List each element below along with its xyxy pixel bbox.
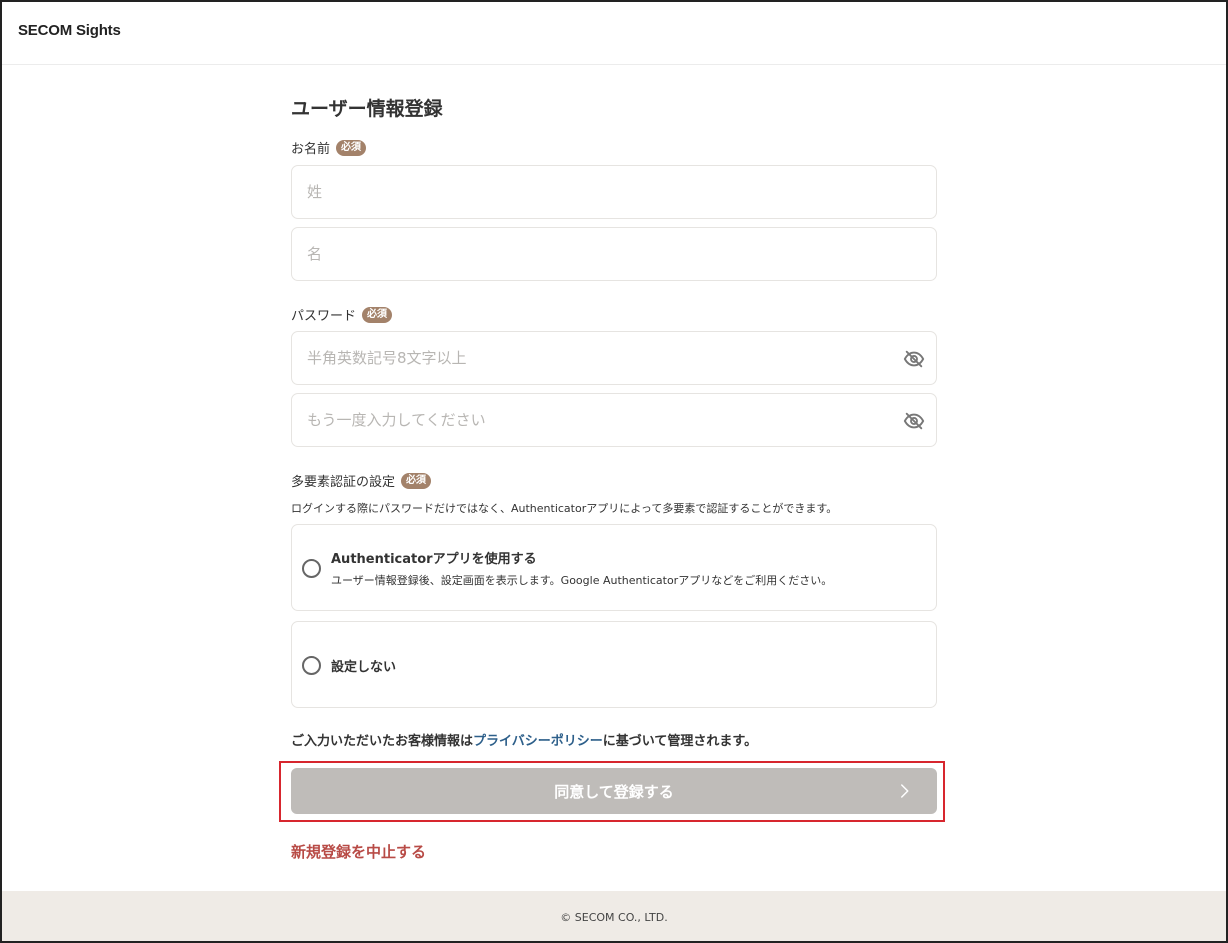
mfa-option-title: 設定しない bbox=[331, 660, 397, 675]
secom-sights-logo[interactable]: SECOM Sights bbox=[18, 22, 121, 39]
password-input[interactable] bbox=[292, 332, 936, 384]
required-badge: 必須 bbox=[401, 472, 432, 489]
eye-slash-icon[interactable] bbox=[903, 348, 925, 370]
name-label: お名前 bbox=[291, 142, 331, 157]
eye-slash-icon[interactable] bbox=[903, 410, 925, 432]
first-name-input[interactable] bbox=[292, 228, 936, 280]
footer: © SECOM CO., LTD. bbox=[0, 891, 1228, 943]
app-header: SECOM Sights bbox=[0, 0, 1228, 65]
first-name-field[interactable] bbox=[291, 227, 937, 281]
name-label-group: お名前 必須 bbox=[291, 138, 367, 157]
mfa-option-authenticator[interactable]: Authenticatorアプリを使用する ユーザー情報登録後、設定画面を表示し… bbox=[291, 524, 937, 611]
copyright: © SECOM CO., LTD. bbox=[560, 910, 668, 924]
mfa-option-title: Authenticatorアプリを使用する bbox=[331, 552, 537, 567]
last-name-field[interactable] bbox=[291, 165, 937, 219]
privacy-notice-prefix: ご入力いただいたお客様情報は bbox=[291, 734, 474, 749]
password-field[interactable] bbox=[291, 331, 937, 385]
required-badge: 必須 bbox=[362, 306, 393, 323]
mfa-label-group: 多要素認証の設定 必須 bbox=[291, 471, 432, 490]
password-label: パスワード bbox=[291, 309, 357, 324]
highlight-box bbox=[279, 761, 945, 822]
mfa-option-subtitle: ユーザー情報登録後、設定画面を表示します。Google Authenticato… bbox=[331, 574, 833, 587]
password-confirm-field[interactable] bbox=[291, 393, 937, 447]
last-name-input[interactable] bbox=[292, 166, 936, 218]
mfa-description: ログインする際にパスワードだけではなく、Authenticatorアプリによって… bbox=[291, 502, 838, 515]
required-badge: 必須 bbox=[336, 139, 367, 156]
cancel-registration-link[interactable]: 新規登録を中止する bbox=[291, 841, 426, 862]
mfa-option-none[interactable]: 設定しない bbox=[291, 621, 937, 708]
page-title: ユーザー情報登録 bbox=[291, 98, 443, 120]
radio-button[interactable] bbox=[302, 656, 321, 675]
privacy-policy-link[interactable]: プライバシーポリシー bbox=[473, 734, 603, 749]
radio-button[interactable] bbox=[302, 559, 321, 578]
password-label-group: パスワード 必須 bbox=[291, 305, 393, 324]
privacy-notice-suffix: に基づいて管理されます。 bbox=[602, 734, 758, 749]
mfa-label: 多要素認証の設定 bbox=[291, 475, 396, 490]
password-confirm-input[interactable] bbox=[292, 394, 936, 446]
privacy-notice: ご入力いただいたお客様情報はプライバシーポリシーに基づいて管理されます。 bbox=[291, 730, 757, 749]
